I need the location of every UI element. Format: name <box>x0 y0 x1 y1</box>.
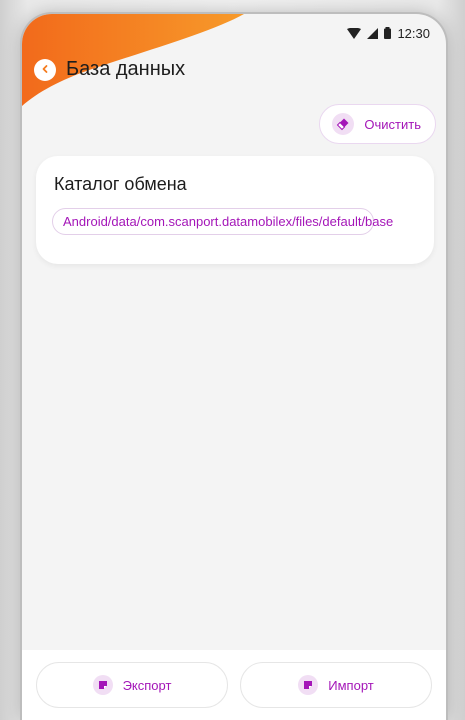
status-time: 12:30 <box>397 25 430 41</box>
app-header: База данных <box>34 58 185 81</box>
phone-screen: 12:30 База данных Очистить Каталог обмен… <box>22 14 446 720</box>
back-button[interactable] <box>34 58 56 81</box>
card-title: Каталог обмена <box>54 174 187 194</box>
exchange-directory-card: Каталог обмена Android/data/com.scanport… <box>36 156 434 264</box>
import-button-label: Импорт <box>328 677 374 693</box>
export-button[interactable]: Экспорт <box>36 662 228 708</box>
signal-icon <box>367 27 379 39</box>
eraser-icon <box>332 113 355 135</box>
export-button-label: Экспорт <box>122 677 172 693</box>
file-import-icon <box>298 675 319 695</box>
chevron-left-icon <box>40 61 50 79</box>
exchange-directory-path[interactable]: Android/data/com.scanport.datamobilex/fi… <box>52 208 393 235</box>
bottom-bar: Экспорт Импорт <box>22 650 446 720</box>
battery-icon <box>384 27 392 39</box>
clear-button-label: Очистить <box>364 116 421 132</box>
stage: 12:30 База данных Очистить Каталог обмен… <box>0 0 465 720</box>
wifi-icon <box>347 27 362 39</box>
file-export-icon <box>92 675 113 695</box>
import-button[interactable]: Импорт <box>240 662 432 708</box>
clear-button[interactable]: Очистить <box>319 104 436 144</box>
status-bar: 12:30 <box>347 24 430 42</box>
page-title: База данных <box>66 58 186 80</box>
